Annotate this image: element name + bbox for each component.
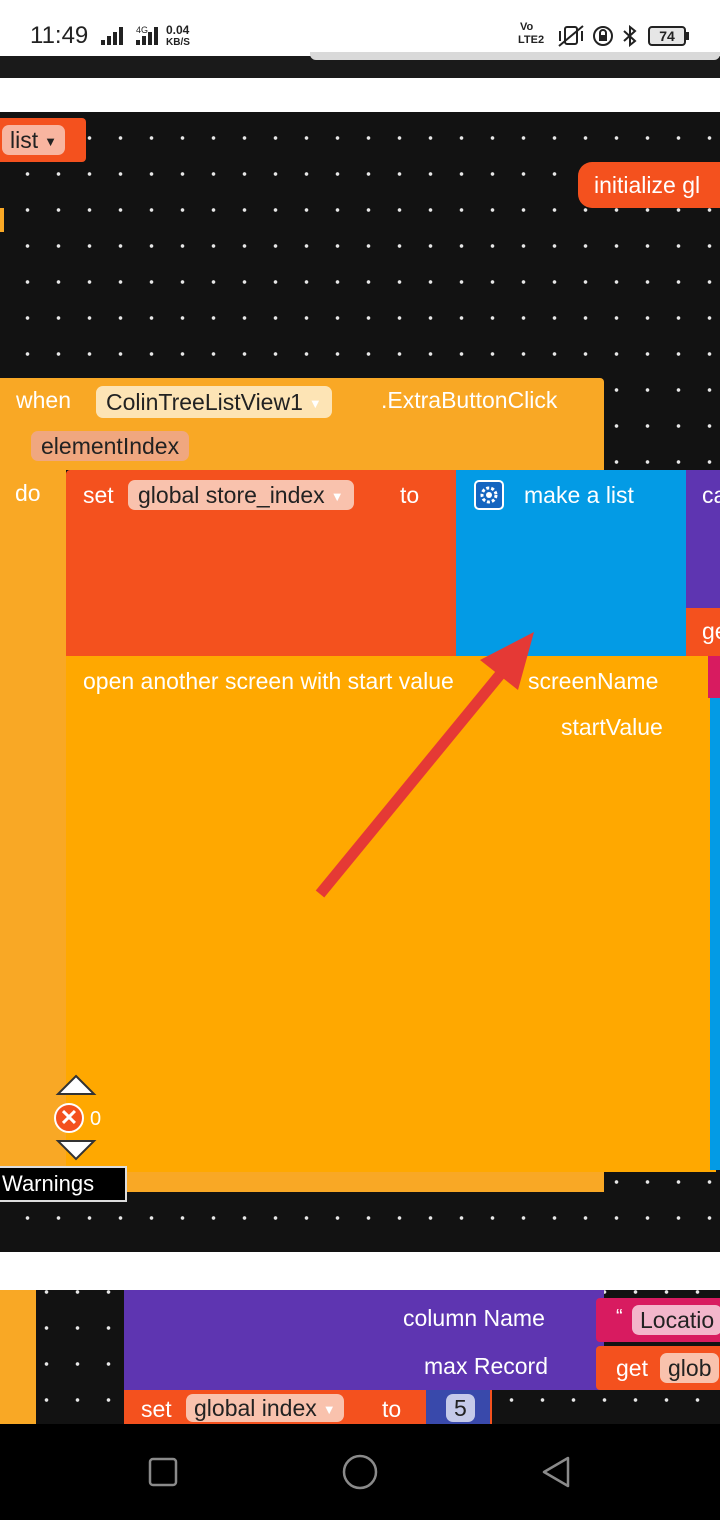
annotation-arrow <box>315 632 534 898</box>
column-name-label: column Name <box>403 1305 545 1331</box>
back-icon[interactable] <box>538 1454 574 1490</box>
blocks-workspace[interactable]: list ▼ initialize gl when ColinTreeListVi… <box>0 112 720 1252</box>
home-icon[interactable] <box>340 1452 380 1492</box>
warnings-up-arrow-icon[interactable] <box>54 1074 98 1098</box>
set-global-index-block[interactable]: set global index ▼ to 5 <box>124 1390 492 1424</box>
signal-4g-icon: 4G <box>136 25 158 45</box>
get-variable-dropdown[interactable]: glob <box>660 1353 720 1383</box>
set-index-label: set <box>141 1396 172 1422</box>
volte-label-bottom: LTE2 <box>518 34 545 46</box>
browser-strip <box>0 52 720 78</box>
max-record-label: max Record <box>424 1353 548 1379</box>
signal-icon <box>101 27 123 45</box>
battery-tip <box>686 32 689 40</box>
number-block[interactable]: 5 <box>426 1390 490 1424</box>
error-count: 0 <box>90 1108 102 1130</box>
network-speed-value: 0.04 <box>166 23 190 37</box>
status-time: 11:49 <box>30 22 89 49</box>
recent-apps-icon[interactable] <box>147 1456 179 1488</box>
network-speed-unit: KB/S <box>166 37 190 48</box>
navigation-bar <box>0 1424 720 1520</box>
get-label: get <box>616 1355 648 1381</box>
lower-blocks-workspace[interactable]: column Name max Record “ Locatio get glo… <box>0 1290 720 1424</box>
battery-level: 74 <box>659 28 675 44</box>
battery-icon: 74 <box>648 26 686 46</box>
quote-mark: “ <box>616 1306 623 1328</box>
index-variable-dropdown[interactable]: global index ▼ <box>186 1394 344 1422</box>
lower-event-edge <box>0 1290 36 1424</box>
text-string-block[interactable]: “ Locatio <box>596 1298 720 1342</box>
set-index-to-label: to <box>382 1396 402 1422</box>
status-bar: 11:49 4G 0.04 KB/S Vo LTE2 74 <box>0 0 720 56</box>
warnings-toggle-button[interactable]: Warnings <box>0 1166 127 1202</box>
rotation-lock-icon <box>593 26 613 46</box>
warnings-down-arrow-icon[interactable] <box>54 1138 98 1162</box>
bluetooth-icon <box>623 25 637 47</box>
error-icon[interactable]: ✕ <box>54 1103 84 1133</box>
number-field[interactable]: 5 <box>446 1394 475 1422</box>
svg-text:4G: 4G <box>136 25 148 35</box>
mute-vibrate-icon <box>558 25 584 47</box>
get-global-block[interactable]: get glob <box>596 1346 720 1390</box>
volte-label-top: Vo <box>520 21 534 33</box>
browser-tab <box>310 52 720 60</box>
db-query-block[interactable]: column Name max Record <box>124 1290 604 1390</box>
text-value-field[interactable]: Locatio <box>632 1305 720 1335</box>
